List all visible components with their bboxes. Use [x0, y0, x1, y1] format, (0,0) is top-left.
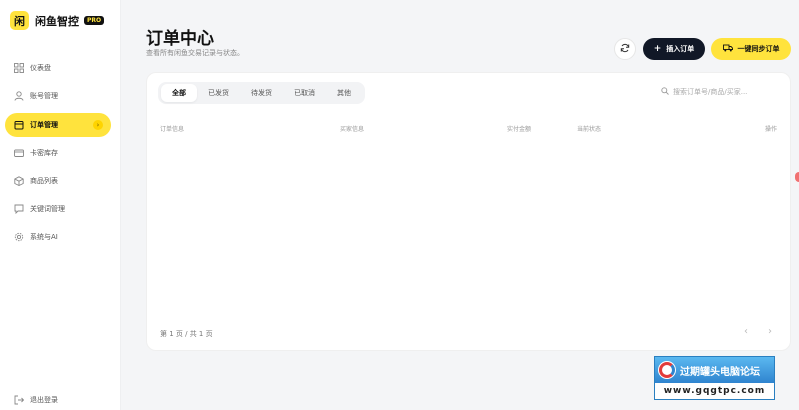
tab-cancelled[interactable]: 已取消 — [283, 84, 326, 102]
sidebar: 闲 闲鱼智控 PRO 仪表盘 账号管理 订单管理 › 卡密库存 商品列表 关键词… — [0, 0, 121, 410]
order-icon — [13, 120, 24, 131]
search-icon — [661, 87, 669, 97]
logout-label: 退出登录 — [30, 395, 58, 404]
search-input[interactable] — [673, 88, 783, 96]
watermark-banner: 过期罐头电脑论坛 — [655, 357, 774, 383]
refresh-button[interactable] — [614, 38, 636, 60]
insert-order-button[interactable]: + 插入订单 — [643, 38, 705, 60]
pagination-text: 第 1 页 / 共 1 页 — [160, 330, 213, 338]
tab-pending[interactable]: 待发货 — [240, 84, 283, 102]
sidebar-item-label: 卡密库存 — [30, 149, 58, 157]
table-header: 订单信息 买家信息 实付金额 当前状态 操作 — [147, 120, 790, 134]
sidebar-item-label: 系统与AI — [30, 233, 58, 241]
pro-badge: PRO — [84, 16, 105, 25]
sidebar-item-system-ai[interactable]: 系统与AI — [5, 225, 111, 249]
insert-order-label: 插入订单 — [666, 45, 695, 53]
brand-logo: 闲 — [10, 11, 29, 30]
sidebar-item-products[interactable]: 商品列表 — [5, 169, 111, 193]
chat-icon — [13, 204, 24, 215]
brand[interactable]: 闲 闲鱼智控 PRO — [10, 11, 105, 30]
brand-name: 闲鱼智控 — [35, 14, 79, 28]
watermark-logo-icon — [658, 361, 676, 379]
status-tabs: 全部 已发货 待发货 已取消 其他 — [158, 82, 365, 104]
sidebar-item-card-stock[interactable]: 卡密库存 — [5, 141, 111, 165]
user-icon — [13, 91, 24, 102]
sidebar-item-orders[interactable]: 订单管理 › — [5, 113, 111, 137]
next-page-button[interactable]: › — [768, 326, 772, 337]
sidebar-item-label: 仪表盘 — [30, 64, 51, 72]
truck-icon — [722, 44, 733, 54]
sidebar-item-keywords[interactable]: 关键词管理 — [5, 197, 111, 221]
column-header-amount: 实付金额 — [507, 126, 532, 133]
page-title: 订单中心 — [146, 29, 214, 49]
search-box[interactable] — [661, 87, 783, 97]
sidebar-item-accounts[interactable]: 账号管理 — [5, 84, 111, 108]
sidebar-item-label: 账号管理 — [30, 92, 58, 100]
tab-all[interactable]: 全部 — [161, 84, 197, 102]
box-icon — [13, 176, 24, 187]
column-header-actions: 操作 — [765, 126, 778, 133]
sidebar-item-label: 商品列表 — [30, 177, 58, 185]
sync-orders-label: 一键同步订单 — [737, 45, 780, 53]
chevron-left-icon: ‹ — [744, 326, 748, 337]
active-indicator-icon: › — [93, 120, 103, 130]
orders-card: 全部 已发货 待发货 已取消 其他 订单信息 买家信息 实付金额 当前状态 操作… — [146, 72, 791, 351]
floating-handle[interactable] — [795, 172, 799, 182]
dashboard-icon — [13, 63, 24, 74]
logout-icon — [13, 394, 24, 405]
sidebar-item-label: 订单管理 — [30, 121, 58, 129]
watermark: 过期罐头电脑论坛 www.gqgtpc.com — [654, 356, 775, 400]
sync-orders-button[interactable]: 一键同步订单 — [711, 38, 791, 60]
refresh-icon — [620, 43, 630, 56]
page-subtitle: 查看所有闲鱼交易记录与状态。 — [146, 49, 244, 57]
watermark-title: 过期罐头电脑论坛 — [680, 366, 760, 378]
sidebar-item-dashboard[interactable]: 仪表盘 — [5, 56, 111, 80]
watermark-url: www.gqgtpc.com — [655, 383, 774, 399]
tab-other[interactable]: 其他 — [326, 84, 362, 102]
sidebar-item-label: 关键词管理 — [30, 205, 65, 213]
logout-button[interactable]: 退出登录 — [13, 394, 58, 405]
column-header-status: 当前状态 — [577, 126, 602, 133]
card-icon — [13, 148, 24, 159]
plus-icon: + — [653, 44, 662, 54]
prev-page-button[interactable]: ‹ — [744, 326, 748, 337]
gear-icon — [13, 232, 24, 243]
chevron-right-icon: › — [768, 326, 772, 337]
tab-shipped[interactable]: 已发货 — [197, 84, 240, 102]
column-header-order-info: 订单信息 — [160, 126, 185, 133]
column-header-buyer-info: 买家信息 — [340, 126, 365, 133]
